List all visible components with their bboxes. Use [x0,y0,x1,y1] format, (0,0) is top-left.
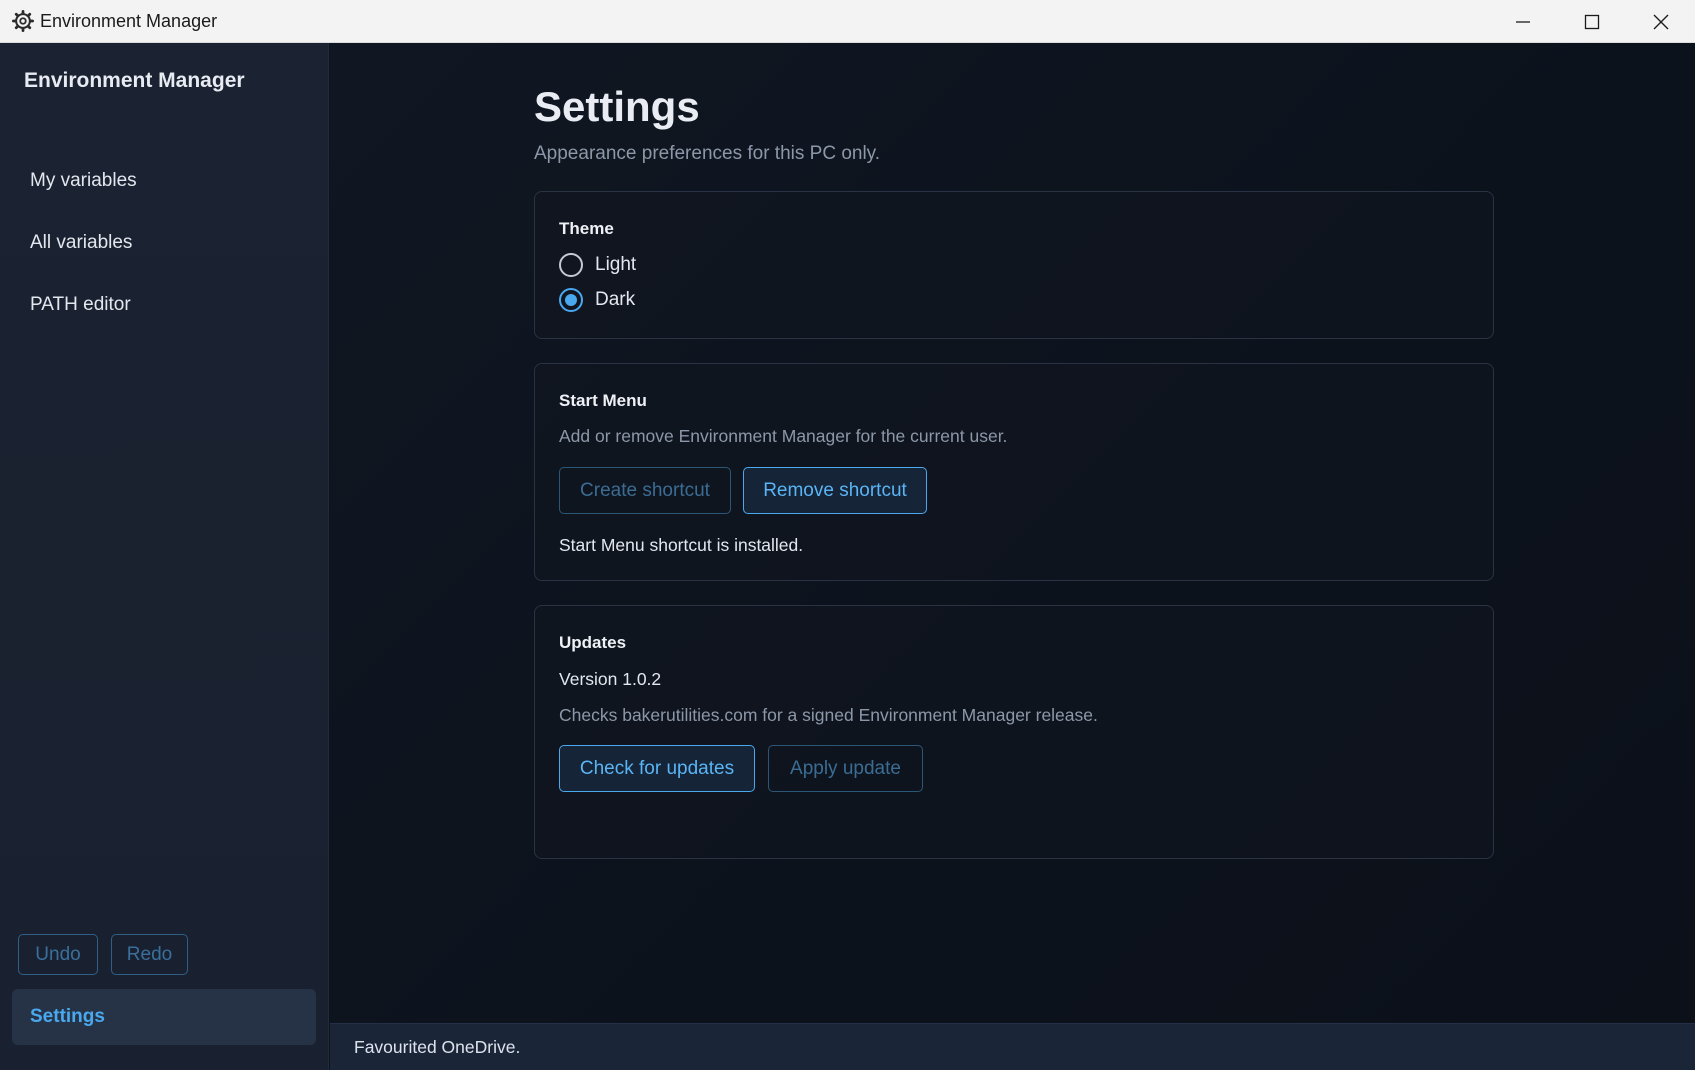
radio-unchecked-icon[interactable] [559,253,583,277]
updates-card: Updates Version 1.0.2 Checks bakerutilit… [534,605,1494,859]
maximize-icon [1584,14,1600,29]
sidebar-item-settings[interactable]: Settings [12,989,316,1045]
updates-heading: Updates [559,633,627,652]
sidebar-title: Environment Manager [24,69,245,92]
start-menu-description: Add or remove Environment Manager for th… [559,426,1008,446]
theme-option-label: Light [595,254,637,275]
create-shortcut-button[interactable]: Create shortcut [559,467,731,514]
sidebar-item-path-editor[interactable]: PATH editor [12,279,316,331]
maximize-button[interactable] [1557,0,1627,43]
sidebar-item-my-variables[interactable]: My variables [12,155,316,207]
gear-icon [12,10,34,32]
start-menu-status: Start Menu shortcut is installed. [559,535,804,555]
radio-checked-icon[interactable] [559,288,583,312]
sidebar-item-label: Settings [30,1006,105,1027]
status-message: Favourited OneDrive. [354,1036,521,1057]
close-icon [1653,14,1669,29]
minimize-icon [1516,20,1530,23]
theme-option-light[interactable]: Light [559,253,636,277]
sidebar: Environment Manager My variables All var… [0,43,329,1070]
window-title: Environment Manager [40,11,218,31]
title-bar: Environment Manager [0,0,1695,43]
close-button[interactable] [1626,0,1695,43]
theme-heading: Theme [559,219,614,238]
undo-button[interactable]: Undo [18,934,98,975]
redo-button[interactable]: Redo [111,934,188,975]
app-window: Environment Manager Environment Manager … [0,0,1695,1070]
sidebar-item-all-variables[interactable]: All variables [12,217,316,269]
sidebar-item-label: All variables [30,232,133,253]
apply-update-button[interactable]: Apply update [768,745,923,792]
start-menu-heading: Start Menu [559,391,647,410]
status-bar: Favourited OneDrive. [330,1023,1695,1070]
theme-option-dark[interactable]: Dark [559,288,635,312]
check-for-updates-button[interactable]: Check for updates [559,745,755,792]
theme-card: Theme Light Dark [534,191,1494,339]
sidebar-item-label: PATH editor [30,294,131,315]
theme-option-label: Dark [595,289,636,310]
remove-shortcut-button[interactable]: Remove shortcut [743,467,927,514]
sidebar-item-label: My variables [30,170,137,191]
minimize-button[interactable] [1488,0,1558,43]
page-title: Settings [534,83,700,130]
version-label: Version 1.0.2 [559,669,662,689]
start-menu-card: Start Menu Add or remove Environment Man… [534,363,1494,581]
updates-description: Checks bakerutilities.com for a signed E… [559,705,1098,725]
page-subtitle: Appearance preferences for this PC only. [534,143,881,164]
main-content: Settings Appearance preferences for this… [330,43,1695,1023]
